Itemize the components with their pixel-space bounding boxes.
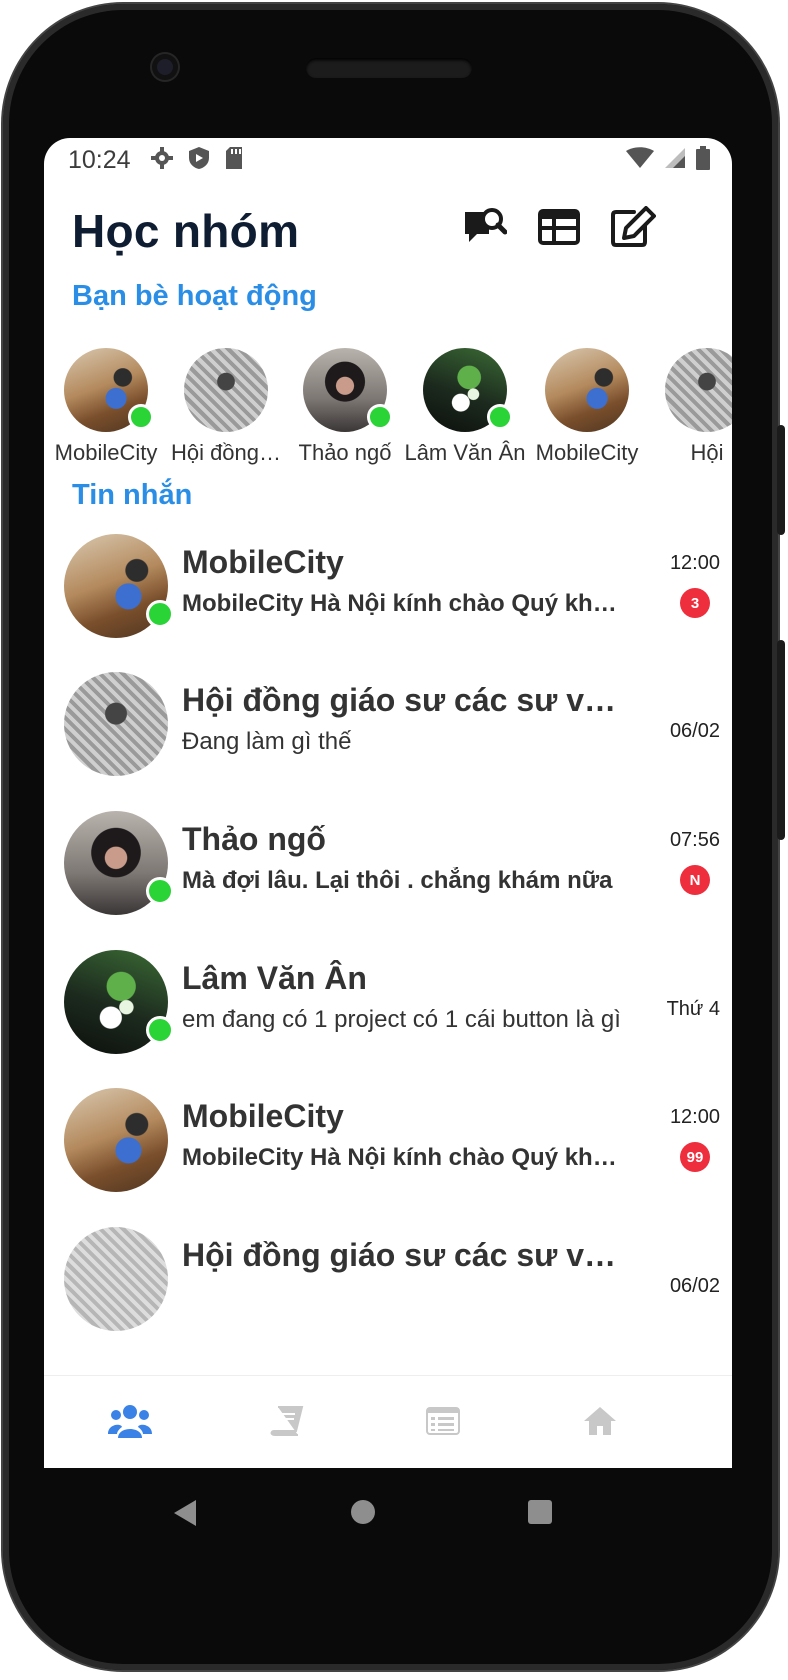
conversation-name: MobileCity — [182, 544, 344, 580]
gear-icon — [150, 146, 174, 175]
wifi-icon — [626, 147, 654, 174]
conversation-name: Hội đồng giáo sư các sư vãi thái — [182, 1237, 622, 1273]
conversation-time: 07:56 — [669, 829, 720, 851]
conversation-name: Lâm Văn Ân — [182, 960, 367, 996]
home-circle-icon — [349, 1500, 377, 1530]
conversation-time: 06/02 — [669, 720, 720, 742]
avatar — [545, 348, 629, 432]
friend-item[interactable]: Hội đồng… — [161, 348, 291, 466]
avatar — [64, 1088, 168, 1192]
avatar — [64, 348, 154, 432]
app-screen: 10:24 Học nhóm Bạn bè hoạt động MobileCi… — [44, 138, 732, 1468]
friend-name: MobileCity — [535, 440, 639, 465]
conversation-item[interactable]: MobileCity MobileCity Hà Nội kính chào Q… — [44, 534, 732, 672]
conversation-name: MobileCity — [182, 1098, 344, 1134]
nav-home[interactable] — [575, 1398, 625, 1448]
unread-badge: 3 — [680, 588, 710, 618]
search-chat-button[interactable] — [460, 204, 510, 254]
conversation-preview: Mà đợi lâu. Lại thôi . chẳng khám nữa — [182, 867, 613, 894]
conversation-preview: Đang làm gì thế — [182, 728, 352, 755]
conversation-name: Thảo ngố — [182, 821, 326, 857]
unread-badge: N — [680, 865, 710, 895]
search-chat-icon — [463, 206, 508, 253]
app-header: Học nhóm — [44, 184, 732, 294]
home-icon — [583, 1406, 617, 1441]
friend-name: Hội đồng… — [170, 440, 282, 465]
avatar-image — [545, 348, 629, 432]
friend-name: Lâm Văn Ân — [404, 440, 526, 465]
earpiece-speaker — [306, 58, 472, 78]
conversation-time: Thứ 4 — [666, 998, 720, 1020]
friend-item[interactable]: Thảo ngố — [280, 348, 410, 466]
conversation-preview: MobileCity Hà Nội kính chào Quý khách hà… — [182, 1144, 622, 1171]
bottom-nav — [44, 1375, 732, 1468]
recents-button[interactable] — [526, 1498, 554, 1531]
avatar — [184, 348, 268, 432]
online-indicator — [146, 1016, 174, 1044]
conversation-item[interactable]: MobileCity MobileCity Hà Nội kính chào Q… — [44, 1088, 732, 1226]
conversation-item[interactable]: Hội đồng giáo sư các sư vãi thái Đang là… — [44, 672, 732, 810]
online-indicator — [128, 404, 154, 430]
online-indicator — [367, 404, 393, 430]
active-friends-row[interactable]: MobileCity Hội đồng… Thảo ngố Lâm Văn Ân… — [44, 348, 732, 478]
book-icon — [270, 1405, 304, 1442]
online-indicator — [146, 877, 174, 905]
signal-icon — [664, 147, 686, 174]
battery-icon — [696, 146, 710, 175]
friend-name: MobileCity — [54, 440, 158, 465]
conversation-time: 12:00 — [669, 552, 720, 574]
shield-icon — [188, 146, 210, 175]
online-indicator — [146, 600, 174, 628]
nav-groups[interactable] — [105, 1398, 155, 1448]
conversation-preview: MobileCity Hà Nội kính chào Quý khách hà… — [182, 590, 622, 617]
conversation-time: 12:00 — [669, 1106, 720, 1128]
messages-title: Tin nhắn — [72, 479, 193, 511]
conversation-item[interactable]: Hội đồng giáo sư các sư vãi thái 06/02 — [44, 1227, 732, 1365]
table-icon — [538, 208, 580, 250]
compose-button[interactable] — [608, 204, 658, 254]
online-indicator — [487, 404, 513, 430]
groups-icon — [108, 1402, 152, 1445]
system-nav-bar — [44, 1468, 732, 1578]
home-button[interactable] — [349, 1498, 377, 1531]
status-bar: 10:24 — [44, 138, 732, 184]
friend-item[interactable]: MobileCity — [522, 348, 652, 466]
front-camera — [152, 54, 178, 80]
conversation-item[interactable]: Lâm Văn Ân em đang có 1 project có 1 cái… — [44, 950, 732, 1088]
friend-item[interactable]: MobileCity — [44, 348, 171, 466]
friend-name: Thảo ngố — [298, 440, 392, 465]
friend-item[interactable]: Lâm Văn Ân — [400, 348, 530, 466]
list-icon — [426, 1406, 460, 1440]
table-button[interactable] — [534, 204, 584, 254]
compose-icon — [610, 205, 656, 253]
status-time: 10:24 — [68, 146, 131, 174]
back-button[interactable] — [172, 1498, 198, 1533]
avatar-image — [184, 348, 268, 432]
conversation-time: 06/02 — [669, 1275, 720, 1297]
recents-icon — [526, 1500, 554, 1530]
conversation-item[interactable]: Thảo ngố Mà đợi lâu. Lại thôi . chẳng kh… — [44, 811, 732, 949]
active-friends-title: Bạn bè hoạt động — [72, 280, 317, 312]
nav-library[interactable] — [262, 1398, 312, 1448]
avatar — [64, 1227, 168, 1331]
sd-card-icon — [224, 146, 244, 175]
friend-name: Hội — [690, 440, 724, 465]
avatar — [64, 672, 168, 776]
avatar — [423, 348, 513, 432]
conversation-name: Hội đồng giáo sư các sư vãi thái — [182, 682, 622, 718]
avatar-image — [665, 348, 732, 432]
back-icon — [172, 1500, 198, 1532]
avatar — [303, 348, 393, 432]
avatar — [665, 348, 732, 432]
conversation-preview: em đang có 1 project có 1 cái button là … — [182, 1006, 621, 1033]
phone-frame: 10:24 Học nhóm Bạn bè hoạt động MobileCi… — [0, 0, 788, 1680]
friend-item[interactable]: Hội — [642, 348, 732, 466]
page-title: Học nhóm — [72, 205, 300, 257]
volume-button — [777, 640, 785, 840]
power-button — [777, 425, 785, 535]
unread-badge: 99 — [680, 1142, 710, 1172]
nav-list[interactable] — [418, 1398, 468, 1448]
